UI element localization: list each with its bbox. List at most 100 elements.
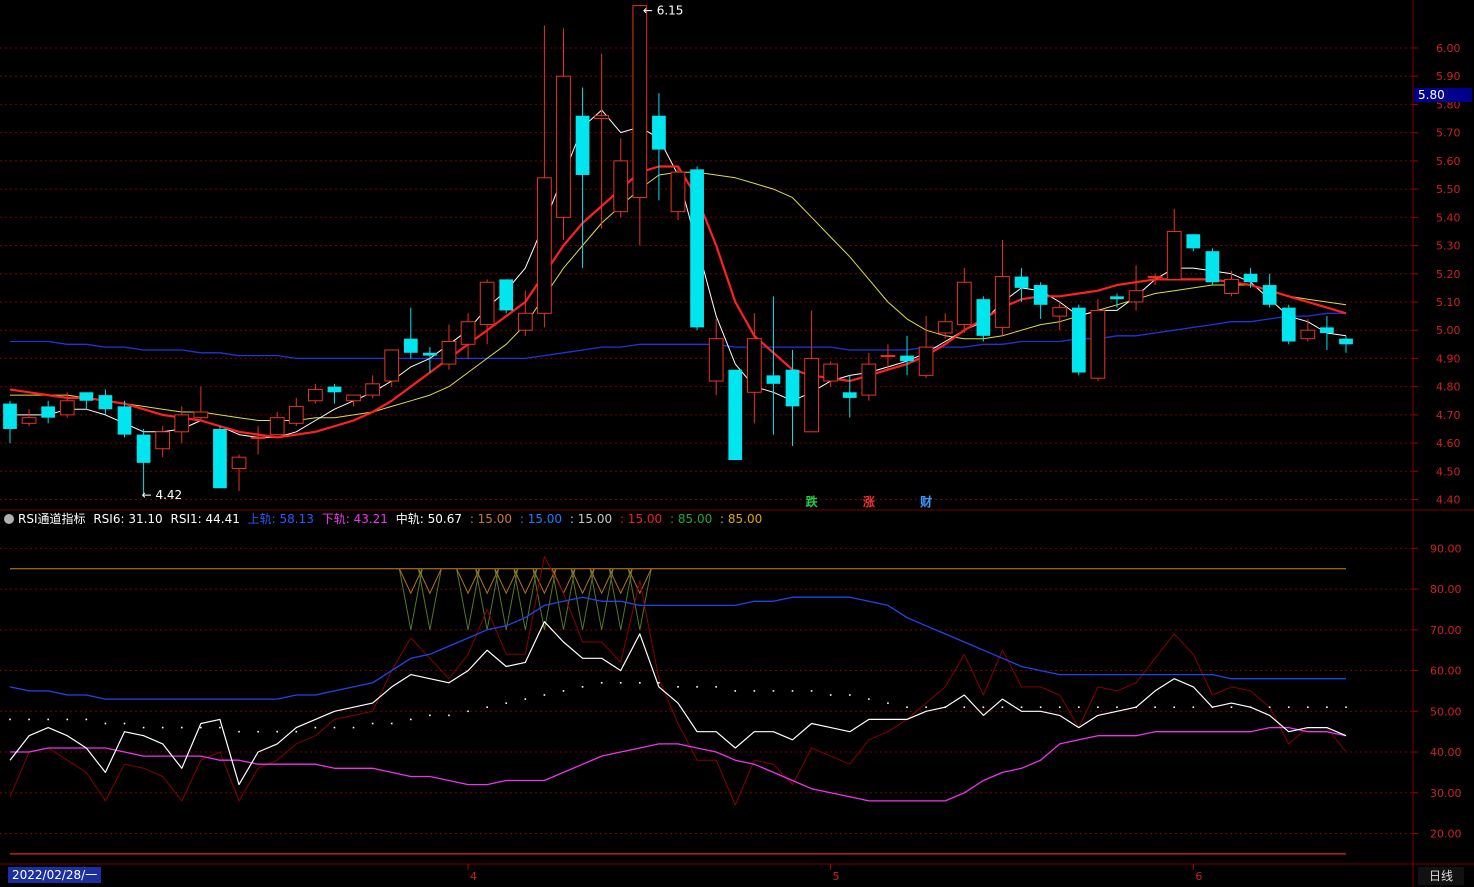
- price-tick-label: 4.60: [1436, 437, 1461, 450]
- rsi-mid-dot: [1097, 706, 1099, 709]
- candle-body-up: [1052, 307, 1068, 317]
- high-price-label: ← 6.15: [643, 4, 684, 18]
- candle-body-up: [937, 321, 953, 334]
- rsi-mid-dot: [238, 730, 240, 733]
- candle-body-up: [708, 338, 724, 382]
- candle-body-down: [1110, 296, 1124, 300]
- rsi-mid-dot: [142, 726, 145, 729]
- rsi-mid-dot: [1287, 706, 1290, 709]
- rsi-mid-dot: [1326, 706, 1328, 709]
- price-tick-label: 5.90: [1436, 70, 1461, 83]
- rsi-mid-dot: [28, 718, 30, 721]
- rsi-mid-dot: [448, 714, 450, 717]
- rsi-mid-dot: [66, 718, 69, 721]
- rsi-mid-dot: [85, 718, 88, 721]
- candle-body-down: [1205, 251, 1220, 283]
- indicator-name[interactable]: RSI通道指标: [18, 512, 86, 526]
- candle-body-down: [423, 352, 437, 356]
- rsi-mid-dot: [1307, 706, 1309, 709]
- rsi-mid-dot: [104, 722, 107, 725]
- candle-body-up: [479, 281, 495, 326]
- candle-body-up: [441, 340, 457, 365]
- period-button[interactable]: 日线: [1418, 867, 1464, 885]
- rsi-mid-dot: [734, 690, 737, 692]
- rsi-mid-dot: [696, 686, 698, 688]
- rsi-mid-dot: [791, 690, 794, 692]
- indicator-tick-label: 50.00: [1430, 705, 1462, 718]
- price-tick-label: 5.40: [1436, 211, 1461, 224]
- rsi-mid-dot: [371, 722, 374, 725]
- rsi-mid-dot: [772, 690, 775, 692]
- month-tick-label: 6: [1195, 870, 1202, 883]
- candle-body-down: [1281, 307, 1296, 342]
- month-tick-label: 5: [833, 870, 840, 883]
- rsi-mid-dot: [429, 714, 431, 717]
- rsi-mid-dot: [1001, 706, 1004, 709]
- price-tick-label: 5.50: [1436, 183, 1461, 196]
- candle-body-down: [766, 375, 781, 384]
- stock-chart[interactable]: 4.40 4.50 4.60 4.70 4.80 4.90 5.00 5.10 5.20 5.30…: [0, 0, 1474, 887]
- candle-body-down: [1243, 273, 1258, 283]
- candle-body-down: [1033, 285, 1048, 305]
- candle-body-up: [804, 357, 819, 433]
- upper-band-value: 上轨: 58.13: [247, 512, 314, 526]
- candle-body-up: [537, 177, 552, 314]
- price-tick-label: 4.40: [1436, 494, 1461, 507]
- indicator-tick-label: 40.00: [1430, 746, 1462, 759]
- rsi-mid-dot: [486, 706, 488, 709]
- price-tick-label: 5.20: [1436, 268, 1461, 281]
- candle-body-down: [1014, 276, 1029, 288]
- rsi-mid-dot: [295, 730, 298, 733]
- price-tick-label: 4.70: [1436, 409, 1461, 422]
- rsi-mid-dot: [180, 726, 183, 729]
- rsi-mid-dot: [887, 702, 889, 704]
- candle-body-up: [155, 431, 171, 450]
- candle-body-up: [1128, 290, 1144, 303]
- candle-body-up: [823, 363, 839, 382]
- event-marker: 财: [919, 494, 932, 509]
- rsi-mid-dot: [715, 686, 717, 688]
- rsi-mid-dot: [314, 726, 317, 729]
- price-tick-label: 4.80: [1436, 381, 1461, 394]
- rsi-mid-dot: [562, 690, 565, 692]
- candle-body-up: [517, 312, 533, 331]
- rsi-mid-dot: [944, 706, 946, 709]
- rsi-mid-dot: [1211, 706, 1214, 709]
- rsi-mid-dot: [1345, 706, 1347, 709]
- indicator-tick-label: 30.00: [1430, 787, 1462, 800]
- candle-body-down: [3, 403, 17, 429]
- rsi-mid-dot: [333, 726, 336, 729]
- candle-body-down: [575, 115, 590, 175]
- rsi-mid-dot: [1058, 706, 1061, 709]
- param-6: : 85.00: [720, 512, 763, 526]
- candle-body-up: [1090, 309, 1106, 379]
- rsi-mid-dot: [352, 726, 355, 729]
- param-2: : 15.00: [519, 512, 563, 526]
- candle-body-up: [59, 400, 75, 416]
- rsi-mid-dot: [410, 718, 412, 721]
- candle-body-up: [346, 394, 361, 402]
- rsi-mid-dot: [123, 722, 126, 725]
- indicator-tick-label: 80.00: [1430, 583, 1462, 596]
- gear-icon[interactable]: [4, 514, 14, 524]
- candle-body-up: [231, 456, 247, 469]
- rsi-mid-dot: [753, 690, 756, 692]
- rsi-mid-dot: [906, 706, 908, 709]
- param-5: : 85.00: [670, 512, 713, 526]
- price-tick-label: 4.90: [1436, 352, 1461, 365]
- candle-body-down: [1339, 338, 1353, 345]
- indicator-header: RSI通道指标 RSI6: 31.10 RSI1: 44.41 上轨: 58.1…: [0, 511, 766, 527]
- rsi-mid-dot: [1039, 706, 1042, 709]
- date-label[interactable]: 2022/02/28/一: [8, 867, 102, 883]
- rsi-mid-dot: [1116, 706, 1118, 709]
- rsi-mid-dot: [219, 726, 221, 729]
- candle-body-down: [213, 428, 227, 489]
- candle-body-down: [1262, 285, 1277, 305]
- rsi6-value: RSI6: 31.10: [93, 512, 163, 526]
- rsi-mid-dot: [1249, 706, 1252, 709]
- rsi-mid-dot: [276, 730, 278, 733]
- price-tick-label: 5.70: [1436, 127, 1461, 140]
- candle-body-down: [1320, 327, 1334, 334]
- rsi-mid-dot: [1078, 706, 1080, 709]
- candle-body-up: [861, 363, 877, 396]
